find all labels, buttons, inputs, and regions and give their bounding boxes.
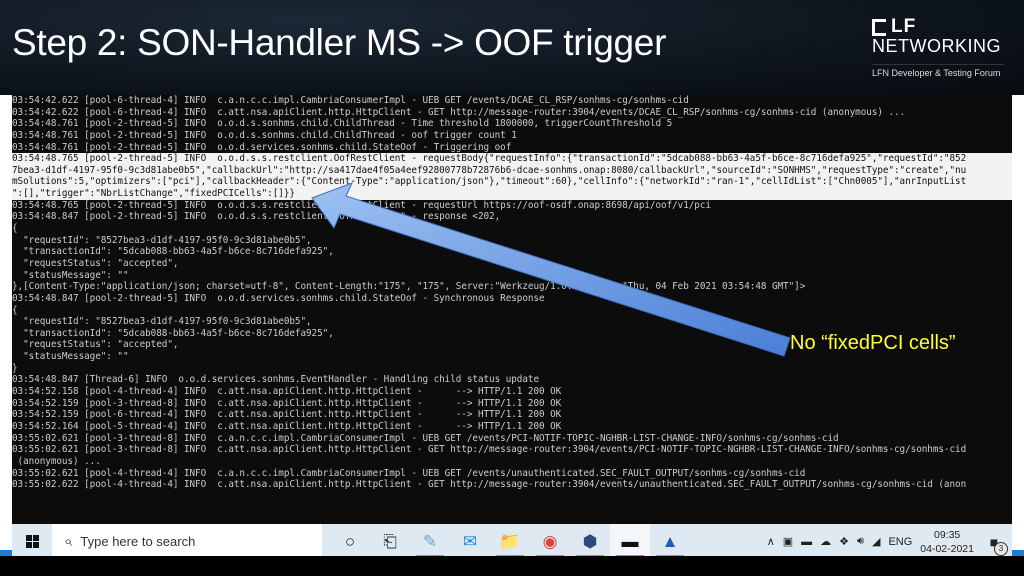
taskbar-app-chrome[interactable]: ◉ (530, 524, 570, 559)
clock[interactable]: 09:35 04-02-2021 (920, 528, 974, 556)
cortana-icon: ○ (344, 531, 356, 551)
action-center-button[interactable]: ■ 3 (982, 530, 1008, 556)
log-line: 03:55:02.621 [pool-3-thread-8] INFO c.a.… (12, 432, 839, 444)
log-line: "requestStatus": "accepted", (12, 257, 179, 269)
log-line: 03:54:48.847 [Thread-6] INFO o.o.d.servi… (12, 374, 539, 386)
logo-networking: NETWORKING (872, 36, 1001, 56)
dropbox-icon[interactable]: ❖ (839, 535, 849, 548)
log-line: { (12, 223, 18, 235)
language-indicator[interactable]: ENG (888, 536, 912, 548)
slide-bottom-band (0, 556, 1024, 576)
notification-count-badge: 3 (994, 541, 1008, 556)
log-line: 03:54:48.761 [pool-2-thread-5] INFO o.o.… (12, 141, 512, 153)
logo-lf: LF (872, 16, 1001, 38)
chrome-icon: ◉ (542, 531, 558, 551)
log-line-highlighted: ":[],"trigger":"NbrListChange","fixedPCI… (12, 188, 1012, 200)
lf-networking-logo: LF NETWORKING LFN Developer & Testing Fo… (872, 16, 1004, 78)
log-line: },[Content-Type:"application/json; chars… (12, 281, 806, 293)
meet-now-icon[interactable]: ▣ (783, 535, 793, 548)
log-line: { (12, 304, 18, 316)
log-line: (anonymous) ... (12, 455, 101, 467)
log-line: "requestId": "8527bea3-d1df-4197-95f0-9c… (12, 316, 312, 328)
log-line: 03:54:48.847 [pool-2-thread-5] INFO o.o.… (12, 292, 545, 304)
battery-icon[interactable]: ▬ (801, 536, 812, 548)
taskbar-app-task-view[interactable]: ⎗ (370, 524, 410, 559)
windows-taskbar: ⌕ Type here to search ○ ⎗ ✎ ✉ 📁 ◉ ⬢ ▬ ▲ ∧ ▣ ▬ ☁ … (12, 524, 1012, 559)
task-view-icon: ⎗ (383, 531, 397, 551)
logo-box-icon (872, 18, 886, 36)
logo-lf-text: LF (891, 16, 917, 37)
volume-icon[interactable]: 🔊︎ (857, 535, 864, 548)
slide-title: Step 2: SON-Handler MS -> OOF trigger (12, 22, 667, 63)
log-line-highlighted: mSolutions":5,"optimizers":["pci"],"call… (12, 176, 1012, 189)
log-line: "transactionId": "5dcab088-bb63-4a5f-b6c… (12, 246, 334, 258)
taskbar-app-photos[interactable]: ▲ (650, 524, 690, 559)
slide-header: Step 2: SON-Handler MS -> OOF trigger LF… (0, 0, 1024, 95)
taskbar-app-notepad[interactable]: ✎ (410, 524, 450, 559)
log-line-highlighted: 7bea3-d1df-4197-95f0-9c3d81abe0b5","call… (12, 164, 1012, 177)
windows-logo-icon (25, 535, 39, 548)
log-line: 03:54:48.765 [pool-2-thread-5] INFO o.o.… (12, 199, 711, 211)
show-hidden-icons-chevron-icon[interactable]: ∧ (767, 535, 775, 548)
taskbar-app-cortana[interactable]: ○ (330, 524, 370, 559)
log-line: 03:55:02.621 [pool-4-thread-4] INFO c.a.… (12, 467, 806, 479)
log-line: 03:54:48.761 [pool-2-thread-5] INFO o.o.… (12, 118, 673, 130)
file-explorer-icon: 📁 (499, 531, 521, 551)
search-icon: ⌕ (64, 533, 73, 550)
log-line: 03:55:02.621 [pool-3-thread-8] INFO c.at… (12, 444, 967, 456)
clock-date: 04-02-2021 (920, 542, 974, 555)
log-line: 03:54:42.622 [pool-6-thread-4] INFO c.at… (12, 106, 906, 118)
logo-divider (872, 64, 1004, 65)
log-line: 03:54:42.622 [pool-6-thread-4] INFO c.a.… (12, 95, 689, 106)
callout-text: No “fixedPCI cells” (790, 332, 956, 354)
log-line: 03:54:48.847 [pool-2-thread-5] INFO o.o.… (12, 211, 501, 223)
log-line-highlighted: 03:54:48.765 [pool-2-thread-5] INFO o.o.… (12, 153, 1012, 165)
taskbar-app-file-explorer[interactable]: 📁 (490, 524, 530, 559)
terminal-console[interactable]: 03:54:42.622 [pool-6-thread-4] INFO c.a.… (12, 95, 1012, 524)
log-line: 03:54:52.159 [pool-3-thread-8] INFO c.at… (12, 397, 562, 409)
log-line: 03:55:02.622 [pool-4-thread-4] INFO c.at… (12, 479, 967, 491)
log-line: 03:54:48.761 [pool-2-thread-5] INFO o.o.… (12, 129, 517, 141)
mail-icon: ✉ (462, 531, 478, 551)
photos-icon: ▲ (661, 531, 679, 551)
system-tray: ∧ ▣ ▬ ☁ ❖ 🔊︎ ◢ ENG 09:35 04-02-2021 ■ 3 (767, 528, 1012, 556)
taskbar-app-virtualbox[interactable]: ⬢ (570, 524, 610, 559)
log-line: "requestId": "8527bea3-d1df-4197-95f0-9c… (12, 234, 312, 246)
start-button[interactable] (12, 524, 52, 559)
taskbar-app-command-prompt[interactable]: ▬ (610, 524, 650, 559)
taskbar-pinned-apps: ○ ⎗ ✎ ✉ 📁 ◉ ⬢ ▬ ▲ (330, 524, 690, 559)
log-line: 03:54:52.158 [pool-4-thread-4] INFO c.at… (12, 386, 562, 398)
log-line: 03:54:52.159 [pool-6-thread-4] INFO c.at… (12, 409, 562, 421)
clock-time: 09:35 (934, 528, 961, 541)
log-line: "statusMessage": "" (12, 269, 129, 281)
notepad-icon: ✎ (422, 531, 438, 551)
screen-border-right (1012, 95, 1024, 552)
screen-border-left (0, 95, 12, 552)
onedrive-cloud-icon[interactable]: ☁ (820, 535, 831, 548)
taskbar-search-box[interactable]: ⌕ Type here to search (52, 524, 322, 559)
log-line: 03:54:52.164 [pool-5-thread-4] INFO c.at… (12, 420, 562, 432)
log-line: } (12, 362, 18, 374)
logo-subtitle: LFN Developer & Testing Forum (872, 68, 1001, 78)
search-placeholder: Type here to search (80, 534, 196, 549)
command-prompt-icon: ▬ (621, 531, 639, 551)
taskbar-app-mail[interactable]: ✉ (450, 524, 490, 559)
virtualbox-icon: ⬢ (582, 531, 598, 551)
wifi-icon[interactable]: ◢ (872, 535, 880, 548)
